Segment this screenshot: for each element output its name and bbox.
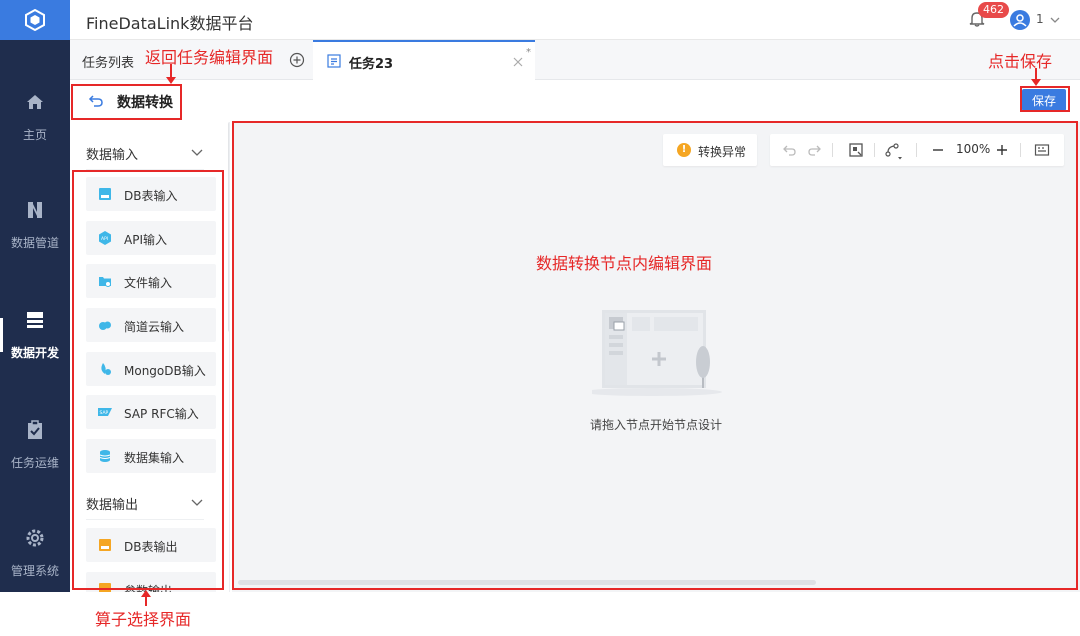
annotation-box-save xyxy=(1020,86,1070,112)
group-label: 数据输入 xyxy=(86,148,139,163)
close-icon[interactable] xyxy=(511,54,525,68)
notification-badge: 462 xyxy=(978,2,1009,18)
user-icon xyxy=(1013,14,1027,27)
annotation-box-operators xyxy=(72,170,224,590)
nav-item-dev[interactable]: 数据开发 xyxy=(0,290,70,380)
nav-label: 任务运维 xyxy=(10,455,59,470)
modified-mark: * xyxy=(526,47,531,58)
annotation-operator-hint: 算子选择界面 xyxy=(95,610,192,629)
group-data-input[interactable]: 数据输入 xyxy=(86,144,204,170)
app-title: FineDataLink数据平台 xyxy=(86,14,254,33)
nav-item-admin[interactable]: 管理系统 xyxy=(0,508,70,598)
app-logo[interactable] xyxy=(0,0,70,40)
annotation-canvas-hint: 数据转换节点内编辑界面 xyxy=(536,254,713,273)
top-header: FineDataLink数据平台 462 1 xyxy=(70,0,1080,40)
breadcrumb: 数据转换 保存 xyxy=(70,80,1080,122)
annotation-back-hint: 返回任务编辑界面 xyxy=(145,48,274,67)
home-icon xyxy=(25,92,45,112)
annotation-arrow-operators xyxy=(141,590,151,606)
add-tab-icon[interactable] xyxy=(289,52,305,68)
task-doc-icon xyxy=(327,53,341,68)
dev-icon xyxy=(25,310,45,330)
nav-label: 数据开发 xyxy=(10,345,59,360)
pipeline-icon xyxy=(25,200,45,220)
annotation-save-hint: 点击保存 xyxy=(988,52,1053,71)
nav-item-home[interactable]: 主页 xyxy=(0,72,70,162)
annotation-box-breadcrumb xyxy=(71,84,182,120)
nav-label: 主页 xyxy=(22,127,47,142)
tab-task23[interactable]: 任务23 * xyxy=(313,40,535,81)
tab-label: 任务23 xyxy=(349,57,394,72)
chevron-down-icon[interactable] xyxy=(1048,12,1062,26)
left-nav: 主页 数据管道 数据开发 任务运维 管理系统 xyxy=(0,0,70,592)
tab-task-list[interactable]: 任务列表 xyxy=(82,52,134,71)
annotation-arrow-back xyxy=(166,64,176,84)
nav-label: 管理系统 xyxy=(10,563,59,578)
nav-item-pipeline[interactable]: 数据管道 xyxy=(0,180,70,270)
logo-icon xyxy=(25,9,45,31)
operator-scrollbar[interactable] xyxy=(228,122,229,332)
avatar[interactable] xyxy=(1010,10,1030,30)
user-label[interactable]: 1 xyxy=(1036,12,1044,26)
annotation-arrow-save xyxy=(1031,68,1041,86)
gear-icon xyxy=(25,528,45,548)
nav-label: 数据管道 xyxy=(10,235,59,250)
nav-item-ops[interactable]: 任务运维 xyxy=(0,400,70,490)
chevron-down-icon xyxy=(190,146,204,160)
annotation-box-canvas xyxy=(232,121,1078,590)
clipboard-check-icon xyxy=(25,419,45,440)
